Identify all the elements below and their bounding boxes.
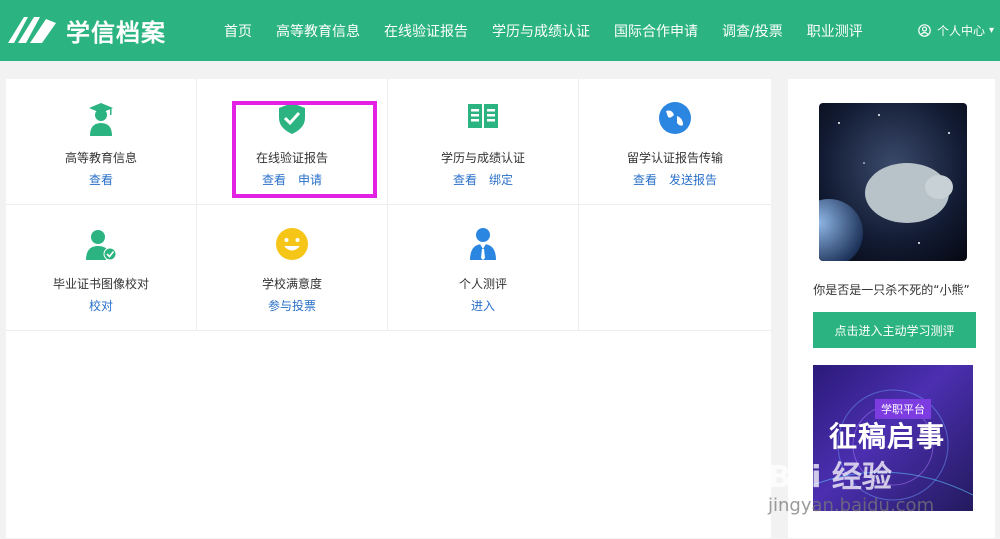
proofread-link[interactable]: 校对 bbox=[89, 299, 113, 313]
top-nav: 学信档案 首页 高等教育信息 在线验证报告 学历与成绩认证 国际合作申请 调查/… bbox=[0, 0, 1000, 61]
globe-icon bbox=[659, 102, 691, 134]
menu-career[interactable]: 职业测评 bbox=[807, 21, 863, 41]
highlight-box bbox=[232, 101, 377, 198]
tardigrade-space-image bbox=[819, 103, 967, 261]
user-center[interactable]: 个人中心 ▾ bbox=[918, 0, 994, 61]
menu-certification[interactable]: 学历与成绩认证 bbox=[492, 21, 590, 41]
assessment-cta-button[interactable]: 点击进入主动学习测评 bbox=[813, 312, 976, 348]
graduate-icon bbox=[89, 103, 113, 136]
service-title: 留学认证报告传输 bbox=[626, 151, 723, 165]
service-higher-education[interactable]: 高等教育信息 查看 bbox=[6, 79, 197, 205]
service-title: 毕业证书图像校对 bbox=[52, 277, 149, 291]
service-study-abroad-report[interactable]: 留学认证报告传输 查看 发送报告 bbox=[579, 79, 771, 205]
view-link[interactable]: 查看 bbox=[633, 173, 657, 187]
banner-title: 征稿启事 bbox=[829, 420, 946, 453]
service-grid: 高等教育信息 查看 在线验证报告 查看 申请 学历与成绩认证 查看 绑定 留学认… bbox=[6, 79, 771, 333]
empty-cell bbox=[579, 205, 771, 331]
user-check-icon bbox=[86, 230, 117, 261]
service-diploma-check[interactable]: 毕业证书图像校对 校对 bbox=[6, 205, 197, 331]
send-report-link[interactable]: 发送报告 bbox=[669, 173, 717, 187]
view-link[interactable]: 查看 bbox=[453, 173, 477, 187]
service-certification[interactable]: 学历与成绩认证 查看 绑定 bbox=[388, 79, 579, 205]
poster-caption: 你是否是一只杀不死的“小熊” bbox=[813, 283, 970, 297]
view-link[interactable]: 查看 bbox=[89, 173, 113, 187]
menu-home[interactable]: 首页 bbox=[224, 21, 252, 41]
watermark-url: jingyan.baidu.com bbox=[768, 495, 935, 516]
service-title: 学校满意度 bbox=[261, 277, 322, 291]
logo-text: 学信档案 bbox=[66, 18, 166, 47]
poster-image[interactable] bbox=[819, 103, 967, 261]
watermark-logo: Bai 经验 bbox=[768, 460, 892, 495]
vote-link[interactable]: 参与投票 bbox=[268, 299, 316, 313]
menu-survey[interactable]: 调查/投票 bbox=[722, 21, 783, 41]
enter-link[interactable]: 进入 bbox=[471, 299, 495, 313]
service-title: 个人测评 bbox=[458, 277, 507, 291]
bind-link[interactable]: 绑定 bbox=[489, 173, 513, 187]
user-circle-icon bbox=[918, 24, 931, 37]
menu-international[interactable]: 国际合作申请 bbox=[614, 21, 698, 41]
smiley-icon bbox=[276, 228, 308, 260]
user-center-label: 个人中心 bbox=[936, 24, 985, 38]
certificate-book-icon bbox=[468, 104, 498, 128]
service-panel: 高等教育信息 查看 在线验证报告 查看 申请 学历与成绩认证 查看 绑定 留学认… bbox=[6, 79, 771, 538]
main-menu: 首页 高等教育信息 在线验证报告 学历与成绩认证 国际合作申请 调查/投票 职业… bbox=[212, 0, 875, 61]
person-tie-icon bbox=[470, 228, 496, 260]
service-title: 学历与成绩认证 bbox=[440, 151, 525, 165]
service-school-satisfaction[interactable]: 学校满意度 参与投票 bbox=[197, 205, 388, 331]
service-title: 高等教育信息 bbox=[64, 151, 137, 165]
service-personal-assessment[interactable]: 个人测评 进入 bbox=[388, 205, 579, 331]
menu-higher-education[interactable]: 高等教育信息 bbox=[276, 21, 360, 41]
menu-online-verification[interactable]: 在线验证报告 bbox=[384, 21, 468, 41]
logo-icon bbox=[8, 17, 56, 43]
chevron-down-icon: ▾ bbox=[988, 25, 994, 36]
logo[interactable]: 学信档案 bbox=[6, 10, 166, 50]
